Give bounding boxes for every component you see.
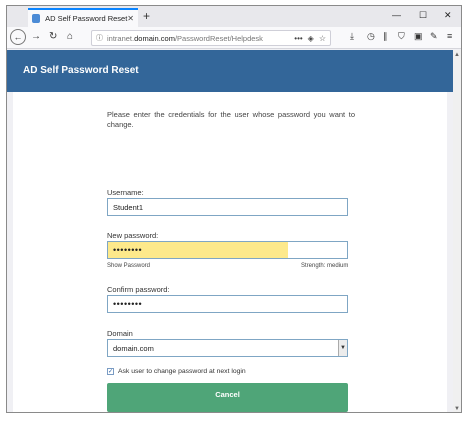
maximize-icon[interactable]: ☐: [419, 10, 427, 21]
minimize-icon[interactable]: —: [392, 10, 401, 20]
new-password-label: New password:: [107, 231, 159, 240]
change-at-login-label[interactable]: Ask user to change password at next logi…: [118, 368, 246, 375]
back-arrow-icon[interactable]: ←: [10, 29, 26, 45]
tab-title: AD Self Password Reset: [45, 14, 128, 23]
page-content: AD Self Password Reset Please enter the …: [7, 50, 461, 412]
username-input[interactable]: Student1: [107, 198, 348, 216]
new-tab-button[interactable]: +: [143, 9, 150, 23]
menu-icon[interactable]: ≡: [447, 31, 452, 41]
bookmark-star-icon[interactable]: ☆: [319, 34, 326, 43]
history-icon[interactable]: ◷: [367, 31, 375, 42]
password-strength-text: Strength: medium: [301, 263, 349, 269]
page-scrollbar[interactable]: ▲ ▼: [453, 50, 461, 412]
new-password-input[interactable]: ••••••••: [107, 241, 348, 259]
domain-value: domain.com: [113, 343, 154, 353]
home-icon[interactable]: ⌂: [67, 31, 73, 43]
site-favicon-icon: [32, 14, 41, 23]
domain-select[interactable]: domain.com ▼: [107, 339, 348, 357]
username-label: Username:: [107, 188, 144, 197]
reload-icon[interactable]: ↻: [49, 31, 57, 43]
show-password-link[interactable]: Show Password: [107, 263, 150, 269]
reset-form-card: Please enter the credentials for the use…: [13, 92, 447, 412]
confirm-password-input[interactable]: ••••••••: [107, 295, 348, 313]
confirm-password-value: ••••••••: [113, 299, 143, 309]
page-actions-icon[interactable]: •••: [294, 34, 302, 43]
library-icon[interactable]: ∥: [383, 31, 388, 42]
change-at-login-row: ✓ Ask user to change password at next lo…: [107, 368, 246, 375]
tab-bar: AD Self Password Reset ✕ + — ☐ ✕: [7, 6, 461, 27]
forward-arrow-icon[interactable]: →: [31, 31, 41, 43]
tools-icon[interactable]: ✎: [430, 31, 438, 42]
close-tab-icon[interactable]: ✕: [127, 14, 134, 23]
pocket-icon[interactable]: ◈: [308, 34, 314, 43]
navigation-bar: ← → ↻ ⌂ ⓘ intranet.domain.com/PasswordRe…: [7, 27, 461, 49]
extension-shield-icon[interactable]: ⛉: [398, 31, 405, 42]
browser-window: AD Self Password Reset ✕ + — ☐ ✕ ← → ↻ ⌂…: [6, 5, 462, 413]
download-icon[interactable]: ⤓: [350, 31, 354, 42]
new-password-value: ••••••••: [113, 245, 143, 255]
intro-text: Please enter the credentials for the use…: [107, 110, 355, 129]
url-text[interactable]: intranet.domain.com/PasswordReset/Helpde…: [107, 34, 289, 43]
page-title: AD Self Password Reset: [23, 65, 139, 76]
close-window-icon[interactable]: ✕: [444, 10, 452, 21]
address-bar[interactable]: ⓘ intranet.domain.com/PasswordReset/Help…: [91, 30, 331, 46]
change-at-login-checkbox[interactable]: ✓: [107, 368, 114, 375]
domain-label: Domain: [107, 329, 133, 338]
tab-ad-self-password-reset[interactable]: AD Self Password Reset ✕: [28, 8, 138, 27]
site-info-icon[interactable]: ⓘ: [96, 33, 103, 43]
confirm-password-label: Confirm password:: [107, 285, 170, 294]
cancel-button[interactable]: Cancel: [107, 383, 348, 405]
scroll-up-icon[interactable]: ▲: [453, 52, 461, 58]
username-value: Student1: [113, 202, 144, 212]
scroll-down-icon[interactable]: ▼: [453, 406, 461, 412]
chevron-down-icon[interactable]: ▼: [338, 340, 347, 356]
sidebar-icon[interactable]: ▣: [414, 31, 423, 42]
page-header: AD Self Password Reset: [7, 50, 453, 92]
